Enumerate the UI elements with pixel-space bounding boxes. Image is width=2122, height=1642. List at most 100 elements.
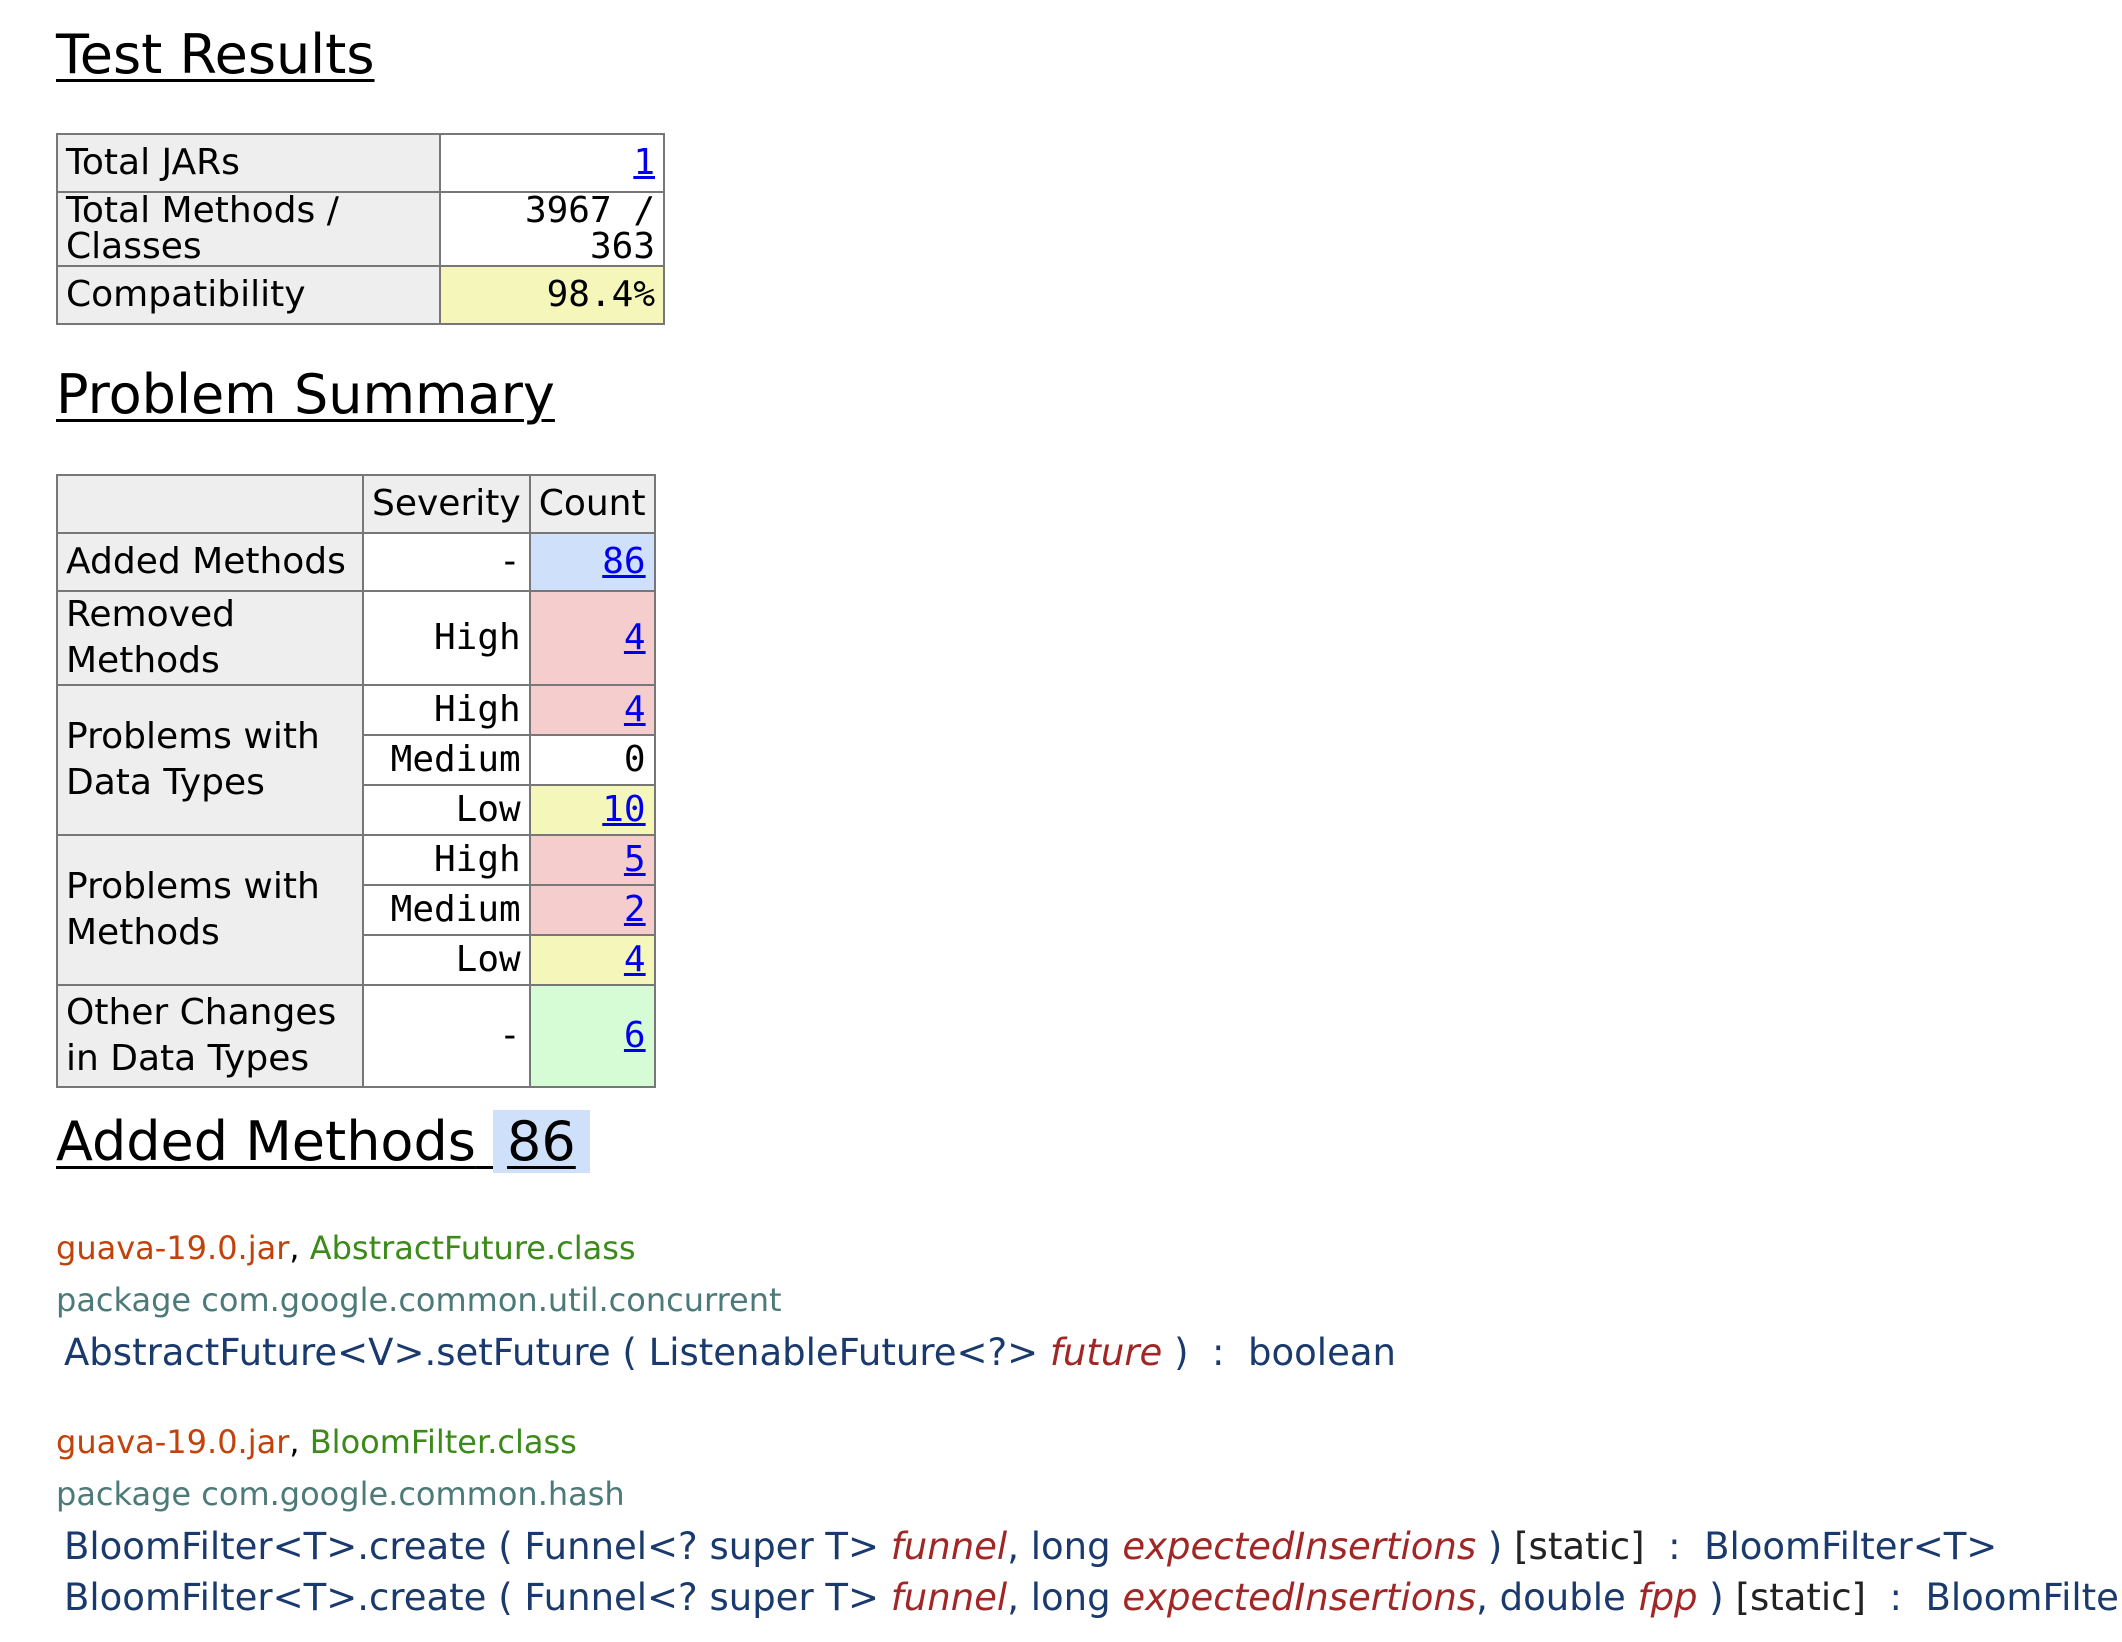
jar-name: guava-19.0.jar bbox=[56, 1229, 290, 1267]
jar-name: guava-19.0.jar bbox=[56, 1423, 290, 1461]
param-name: future bbox=[1049, 1331, 1163, 1374]
open-paren: ( bbox=[610, 1331, 649, 1374]
problem-summary-table: Severity Count Added Methods - 86 Remove… bbox=[56, 474, 656, 1089]
close-paren: ) bbox=[1697, 1576, 1736, 1619]
added-method-entry: guava-19.0.jar, AbstractFuture.class pac… bbox=[56, 1232, 1396, 1385]
other-changes-label: Other Changes in Data Types bbox=[56, 984, 364, 1089]
table-row: Removed Methods High 4 bbox=[56, 589, 656, 687]
methods-problems-label: Problems with Methods bbox=[56, 834, 364, 987]
static-attr: [static] bbox=[1735, 1576, 1866, 1619]
data-types-low-count: 10 bbox=[528, 784, 656, 837]
param-type: long bbox=[1030, 1576, 1123, 1619]
added-methods-heading-title: Added Methods bbox=[56, 1110, 476, 1173]
table-row: Problems with Data Types High 4 bbox=[56, 684, 656, 837]
methods-high-count: 5 bbox=[528, 834, 656, 887]
package-name: package com.google.common.hash bbox=[56, 1475, 625, 1513]
param-type: Funnel<? super T> bbox=[524, 1525, 891, 1568]
class-name: BloomFilter.class bbox=[309, 1423, 577, 1461]
total-methods-label: Total Methods / Classes bbox=[56, 191, 441, 267]
table-row: Compatibility 98.4% bbox=[56, 265, 665, 325]
compatibility-label: Compatibility bbox=[56, 265, 441, 325]
removed-methods-count-link[interactable]: 4 bbox=[624, 617, 646, 658]
param-name: expectedInsertions bbox=[1122, 1576, 1477, 1619]
added-methods-heading: Added Methods 86 bbox=[56, 1110, 590, 1173]
location-separator: , bbox=[289, 1423, 300, 1461]
location-separator: , bbox=[289, 1229, 300, 1267]
return-type: : boolean bbox=[1200, 1331, 1396, 1374]
total-jars-label: Total JARs bbox=[56, 133, 441, 193]
table-row: Other Changes in Data Types - 6 bbox=[56, 984, 656, 1089]
table-row: Problems with Methods High 5 bbox=[56, 834, 656, 987]
param-type: Funnel<? super T> bbox=[524, 1576, 891, 1619]
method-signature: BloomFilter<T>.create ( Funnel<? super T… bbox=[64, 1528, 2122, 1565]
param-separator: , bbox=[1007, 1576, 1031, 1619]
data-types-label-line1: Problems with bbox=[66, 716, 320, 758]
param-type: double bbox=[1499, 1576, 1638, 1619]
method-signature: BloomFilter<T>.create ( Funnel<? super T… bbox=[64, 1579, 2122, 1616]
total-methods-value: 3967 / 363 bbox=[439, 191, 665, 267]
total-jars-link[interactable]: 1 bbox=[633, 142, 655, 183]
data-types-medium-count: 0 bbox=[528, 734, 656, 787]
added-methods-count: 86 bbox=[528, 532, 656, 592]
problem-summary-heading: Problem Summary bbox=[56, 363, 555, 426]
methods-label-line1: Problems with bbox=[66, 866, 320, 908]
other-changes-severity: - bbox=[362, 984, 531, 1089]
methods-high-link[interactable]: 5 bbox=[624, 839, 646, 880]
added-methods-label: Added Methods bbox=[56, 532, 364, 592]
removed-methods-count: 4 bbox=[528, 589, 656, 687]
compatibility-value: 98.4% bbox=[439, 265, 665, 325]
table-header-row: Severity Count bbox=[56, 474, 656, 534]
other-changes-count: 6 bbox=[528, 984, 656, 1089]
method-name: BloomFilter<T>.create bbox=[64, 1525, 487, 1568]
open-paren: ( bbox=[486, 1576, 525, 1619]
removed-methods-label: Removed Methods bbox=[56, 589, 364, 687]
data-types-high-severity: High bbox=[362, 684, 531, 737]
entry-location: guava-19.0.jar, AbstractFuture.class bbox=[56, 1232, 1396, 1264]
param-type: ListenableFuture<?> bbox=[648, 1331, 1050, 1374]
data-types-high-link[interactable]: 4 bbox=[624, 689, 646, 730]
other-changes-link[interactable]: 6 bbox=[624, 1015, 646, 1056]
methods-high-severity: High bbox=[362, 834, 531, 887]
methods-low-severity: Low bbox=[362, 934, 531, 987]
table-row: Added Methods - 86 bbox=[56, 532, 656, 592]
open-paren: ( bbox=[486, 1525, 525, 1568]
added-methods-count-link[interactable]: 86 bbox=[602, 541, 645, 582]
added-method-entry: guava-19.0.jar, BloomFilter.class packag… bbox=[56, 1426, 2122, 1630]
total-jars-value: 1 bbox=[439, 133, 665, 193]
table-row: Total Methods / Classes 3967 / 363 bbox=[56, 191, 665, 267]
added-methods-severity: - bbox=[362, 532, 531, 592]
added-methods-heading-count: 86 bbox=[493, 1110, 590, 1173]
close-paren: ) bbox=[1476, 1525, 1515, 1568]
param-separator: , bbox=[1476, 1576, 1500, 1619]
methods-low-link[interactable]: 4 bbox=[624, 939, 646, 980]
data-types-low-link[interactable]: 10 bbox=[602, 789, 645, 830]
method-signature: AbstractFuture<V>.setFuture ( Listenable… bbox=[64, 1334, 1396, 1371]
methods-medium-severity: Medium bbox=[362, 884, 531, 937]
return-type: : BloomFilter<T> bbox=[1889, 1576, 2122, 1619]
data-types-medium-severity: Medium bbox=[362, 734, 531, 787]
test-results-table: Total JARs 1 Total Methods / Classes 396… bbox=[56, 133, 665, 325]
method-name: AbstractFuture<V>.setFuture bbox=[64, 1331, 611, 1374]
method-name: BloomFilter<T>.create bbox=[64, 1576, 487, 1619]
data-types-high-count: 4 bbox=[528, 684, 656, 737]
param-name: funnel bbox=[890, 1576, 1008, 1619]
class-name: AbstractFuture.class bbox=[309, 1229, 636, 1267]
count-header: Count bbox=[528, 474, 656, 534]
severity-header: Severity bbox=[362, 474, 531, 534]
param-name: expectedInsertions bbox=[1122, 1525, 1477, 1568]
methods-low-count: 4 bbox=[528, 934, 656, 987]
other-changes-label-line1: Other Changes bbox=[66, 992, 337, 1034]
data-types-low-severity: Low bbox=[362, 784, 531, 837]
table-row: Total JARs 1 bbox=[56, 133, 665, 193]
data-types-label: Problems with Data Types bbox=[56, 684, 364, 837]
methods-medium-link[interactable]: 2 bbox=[624, 889, 646, 930]
methods-label-line2: Methods bbox=[66, 912, 220, 954]
param-type: long bbox=[1030, 1525, 1123, 1568]
close-paren: ) bbox=[1162, 1331, 1201, 1374]
removed-methods-severity: High bbox=[362, 589, 531, 687]
test-results-heading: Test Results bbox=[56, 23, 375, 86]
data-types-label-line2: Data Types bbox=[66, 762, 265, 804]
param-name: fpp bbox=[1637, 1576, 1698, 1619]
static-attr: [static] bbox=[1514, 1525, 1645, 1568]
param-separator: , bbox=[1007, 1525, 1031, 1568]
